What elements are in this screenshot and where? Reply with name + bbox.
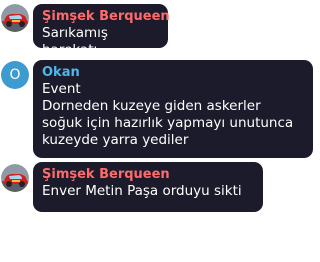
sender-name[interactable]: Şimşek Berqueen	[42, 8, 170, 25]
message-text: Enver Metin Paşa orduyu sikti	[42, 183, 242, 199]
message-bubble: Şimşek Berqueen Enver Metin Paşa orduyu …	[33, 162, 263, 212]
letter-avatar-icon[interactable]: O	[1, 61, 29, 89]
message-bubble: Şimşek Berqueen Sarıkamış harekatı	[33, 4, 170, 58]
message-bubble: Okan Event Dorneden kuzeye giden askerle…	[33, 60, 313, 158]
sender-name[interactable]: Okan	[42, 64, 304, 81]
race-car-avatar-icon[interactable]	[1, 4, 29, 32]
message-text: Event Dorneden kuzeye giden askerler soğ…	[42, 81, 294, 148]
message-text: Sarıkamış harekatı	[42, 25, 108, 58]
chat-view: Şimşek Berqueen Sarıkamış harekatı O Oka…	[0, 0, 320, 262]
sender-name[interactable]: Şimşek Berqueen	[42, 166, 254, 183]
race-car-avatar-icon[interactable]	[1, 164, 29, 192]
